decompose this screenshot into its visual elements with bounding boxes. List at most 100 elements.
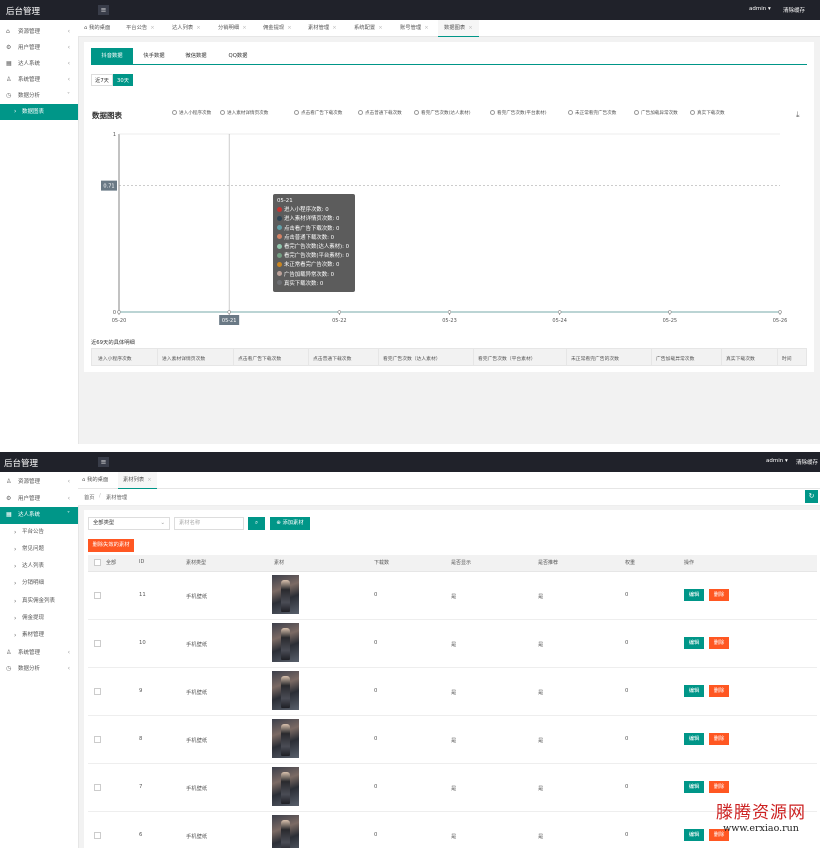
close-icon[interactable]: × bbox=[332, 25, 336, 31]
sidebar-item-talent[interactable]: ▦ 达人系统 ‹ bbox=[0, 56, 78, 72]
material-thumbnail[interactable] bbox=[272, 815, 299, 848]
row-checkbox[interactable] bbox=[94, 592, 101, 599]
edit-button[interactable]: 编辑 bbox=[684, 637, 704, 649]
sidebar-item-faq[interactable]: › 常见问题 bbox=[0, 541, 78, 558]
tab-data-chart[interactable]: 数据图表 × bbox=[438, 20, 479, 37]
close-icon[interactable]: × bbox=[468, 25, 472, 31]
download-icon[interactable]: ⤓ bbox=[796, 110, 800, 120]
delete-button[interactable]: 删除 bbox=[709, 781, 729, 793]
sidebar-item-material[interactable]: › 素材管理 bbox=[0, 627, 78, 644]
close-icon[interactable]: × bbox=[242, 25, 246, 31]
delete-button[interactable]: 删除 bbox=[709, 589, 729, 601]
sidebar-item-system[interactable]: ♙ 系统管理 ‹ bbox=[0, 645, 78, 661]
tab-account[interactable]: 账号管理 × bbox=[400, 20, 429, 36]
clear-cache-link[interactable]: 清除缓存 bbox=[796, 458, 818, 466]
series-point[interactable] bbox=[117, 310, 121, 314]
add-material-button[interactable]: ⊕ 添加素材 bbox=[270, 517, 310, 530]
tab-announce[interactable]: 平台公告 × bbox=[126, 20, 155, 36]
series-point[interactable] bbox=[227, 310, 231, 314]
tab-qq-data[interactable]: QQ数据 bbox=[217, 48, 259, 64]
sidebar-item-data-chart[interactable]: › 数据图表 bbox=[0, 104, 78, 120]
series-point[interactable] bbox=[447, 310, 452, 314]
sidebar-item-system[interactable]: ♙ 系统管理 ‹ bbox=[0, 72, 78, 88]
legend-item[interactable]: 未正常看完广告次数 bbox=[568, 110, 616, 116]
hamburger-icon[interactable]: ≡ bbox=[98, 457, 109, 467]
breadcrumb-home[interactable]: 首页 bbox=[84, 493, 95, 501]
legend-item[interactable]: 进入小程序次数 bbox=[172, 110, 211, 116]
tab-douyin-data[interactable]: 抖音数据 bbox=[91, 48, 133, 64]
last-30-days-button[interactable]: 30天 bbox=[113, 74, 133, 86]
legend-item[interactable]: 点击看广告下载次数 bbox=[294, 110, 342, 116]
sidebar-item-real-commission[interactable]: › 真实佣金列表 bbox=[0, 593, 78, 610]
row-checkbox[interactable] bbox=[94, 736, 101, 743]
sidebar-item-analytics[interactable]: ◷ 数据分析 ˅ bbox=[0, 88, 78, 104]
user-menu[interactable]: admin ▾ bbox=[766, 458, 788, 464]
delete-button[interactable]: 删除 bbox=[709, 733, 729, 745]
material-thumbnail[interactable] bbox=[272, 719, 299, 758]
legend-item[interactable]: 进入素材详情页次数 bbox=[220, 110, 268, 116]
sidebar-item-withdraw[interactable]: › 佣金提现 bbox=[0, 610, 78, 627]
delete-button[interactable]: 删除 bbox=[709, 637, 729, 649]
legend-item[interactable]: 看完广告次数(达人素材) bbox=[414, 110, 471, 116]
edit-button[interactable]: 编辑 bbox=[684, 589, 704, 601]
close-icon[interactable]: × bbox=[150, 25, 154, 31]
table-row: 7 手机壁纸 0 是 是 0 编辑 删除 bbox=[88, 763, 817, 812]
row-checkbox[interactable] bbox=[94, 640, 101, 647]
tab-desktop[interactable]: ⌂ 我的桌面 bbox=[82, 472, 108, 488]
close-icon[interactable]: × bbox=[196, 25, 200, 31]
legend-item[interactable]: 点击普通下载次数 bbox=[358, 110, 402, 116]
edit-button[interactable]: 编辑 bbox=[684, 733, 704, 745]
material-thumbnail[interactable] bbox=[272, 623, 299, 662]
tab-wechat-data[interactable]: 微信数据 bbox=[175, 48, 217, 64]
close-icon[interactable]: × bbox=[287, 25, 291, 31]
edit-button[interactable]: 编辑 bbox=[684, 685, 704, 697]
close-icon[interactable]: × bbox=[147, 477, 151, 483]
search-button[interactable]: ⌕ bbox=[248, 517, 265, 530]
series-point[interactable] bbox=[668, 310, 672, 314]
tab-withdraw[interactable]: 佣金提现 × bbox=[263, 20, 292, 36]
material-thumbnail[interactable] bbox=[272, 671, 299, 710]
edit-button[interactable]: 编辑 bbox=[684, 781, 704, 793]
row-checkbox[interactable] bbox=[94, 688, 101, 695]
last-7-days-button[interactable]: 近7天 bbox=[91, 74, 113, 86]
close-icon[interactable]: × bbox=[424, 25, 428, 31]
select-all-checkbox[interactable] bbox=[94, 559, 101, 566]
tab-config[interactable]: 系统配置 × bbox=[354, 20, 383, 36]
sidebar-item-distribution[interactable]: › 分销明细 bbox=[0, 575, 78, 592]
sidebar-item-announce[interactable]: › 平台公告 bbox=[0, 524, 78, 541]
hamburger-icon[interactable]: ≡ bbox=[98, 5, 109, 15]
sidebar-item-talent[interactable]: ▦ 达人系统 ˅ bbox=[0, 507, 78, 524]
tab-desktop[interactable]: ⌂ 我的桌面 bbox=[84, 20, 110, 36]
legend-item[interactable]: 看完广告次数(平台素材) bbox=[490, 110, 547, 116]
tab-material[interactable]: 素材管理 × bbox=[308, 20, 337, 36]
series-point[interactable] bbox=[558, 310, 562, 314]
delete-button[interactable]: 删除 bbox=[709, 685, 729, 697]
tab-material-list[interactable]: 素材列表 × bbox=[118, 472, 157, 489]
material-thumbnail[interactable] bbox=[272, 575, 299, 614]
sidebar-item-analytics[interactable]: ◷ 数据分析 ‹ bbox=[0, 661, 78, 677]
material-thumbnail[interactable] bbox=[272, 767, 299, 806]
sidebar-item-talent-list[interactable]: › 达人列表 bbox=[0, 558, 78, 575]
tab-talent-list[interactable]: 达人列表 × bbox=[172, 20, 201, 36]
sidebar-item-resource[interactable]: ♙ 资源管理 ‹ bbox=[0, 474, 78, 491]
line-chart[interactable]: 0 1 05-20 05-21 05-22 05-23 05-24 05-25 05-26 0.7… bbox=[84, 126, 814, 326]
sidebar-item-users[interactable]: ⚙ 用户管理 ‹ bbox=[0, 491, 78, 508]
tab-kuaishou-data[interactable]: 快手数据 bbox=[133, 48, 175, 64]
type-select[interactable]: 全部类型 ⌄ bbox=[88, 517, 170, 530]
delete-invalid-button[interactable]: 删除失效的素材 bbox=[88, 539, 134, 552]
edit-button[interactable]: 编辑 bbox=[684, 829, 704, 841]
refresh-icon[interactable]: ↻ bbox=[805, 490, 818, 503]
clear-cache-link[interactable]: 清除缓存 bbox=[783, 6, 805, 14]
series-point[interactable] bbox=[337, 310, 341, 314]
row-checkbox[interactable] bbox=[94, 784, 101, 791]
close-icon[interactable]: × bbox=[378, 25, 382, 31]
sidebar-item-users[interactable]: ⚙ 用户管理 ‹ bbox=[0, 40, 78, 56]
row-checkbox[interactable] bbox=[94, 832, 101, 839]
material-name-input[interactable]: 素材名称 bbox=[174, 517, 244, 530]
legend-item[interactable]: 广告加载异常次数 bbox=[634, 110, 678, 116]
legend-item[interactable]: 真实下载次数 bbox=[690, 110, 725, 116]
tab-distribution[interactable]: 分销明细 × bbox=[218, 20, 247, 36]
sidebar-item-resource[interactable]: ⌂ 资源管理 ‹ bbox=[0, 24, 78, 40]
user-menu[interactable]: admin ▾ bbox=[749, 6, 771, 12]
series-point[interactable] bbox=[778, 310, 782, 314]
